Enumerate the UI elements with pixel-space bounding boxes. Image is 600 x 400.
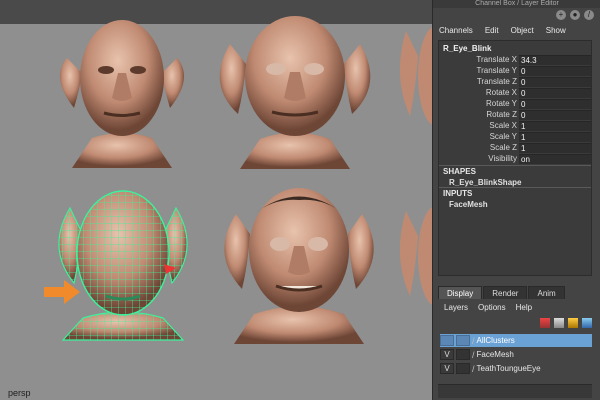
layer-color-icon[interactable]: /	[472, 350, 475, 360]
attr-value[interactable]: 0	[519, 98, 591, 109]
new-layer-icon[interactable]	[540, 318, 550, 328]
attr-value[interactable]: 0	[519, 76, 591, 87]
visibility-toggle[interactable]: V	[440, 349, 454, 360]
layer-row[interactable]: / AllClusters	[440, 334, 592, 347]
attribute-list: Translate X 34.3 Translate Y0 Translate Z…	[439, 54, 591, 164]
attr-label[interactable]: Visibility	[439, 154, 519, 163]
horizontal-scrollbar[interactable]	[438, 384, 592, 398]
display-type-toggle[interactable]	[456, 363, 470, 374]
display-type-toggle[interactable]	[456, 349, 470, 360]
tab-render[interactable]: Render	[483, 286, 528, 299]
attr-row: Scale Z1	[439, 142, 591, 153]
channel-box-menu: Channels Edit Object Show	[439, 26, 566, 35]
attr-row: Scale X1	[439, 120, 591, 131]
layer-toolbar	[540, 318, 592, 328]
panel-icons: + ● /	[556, 10, 594, 20]
tab-display[interactable]: Display	[438, 286, 483, 299]
arrow-icon	[44, 280, 80, 304]
layer-row[interactable]: V / FaceMesh	[440, 348, 592, 361]
head-model[interactable]	[396, 26, 432, 146]
layer-editor-menu: Layers Options Help	[444, 303, 532, 312]
attr-row: Rotate Y0	[439, 98, 591, 109]
divider	[439, 187, 591, 188]
visibility-toggle[interactable]: V	[440, 363, 454, 374]
attr-label[interactable]: Translate Z	[439, 77, 519, 86]
attr-label[interactable]: Scale X	[439, 121, 519, 130]
attr-row: Rotate X0	[439, 87, 591, 98]
head-model[interactable]	[210, 14, 380, 169]
menu-object[interactable]: Object	[511, 26, 534, 35]
layer-name[interactable]: AllClusters	[477, 336, 515, 345]
input-name[interactable]: FaceMesh	[449, 200, 488, 209]
head-model[interactable]	[214, 184, 384, 344]
display-type-toggle[interactable]	[456, 335, 470, 346]
divider	[439, 165, 591, 166]
menu-edit[interactable]: Edit	[485, 26, 499, 35]
menu-options[interactable]: Options	[478, 303, 506, 312]
attr-value[interactable]: on	[519, 153, 591, 164]
attr-row: Scale Y1	[439, 131, 591, 142]
viewport-3d[interactable]: persp	[0, 0, 432, 400]
tab-anim[interactable]: Anim	[528, 286, 565, 299]
move-up-icon[interactable]	[568, 318, 578, 328]
inputs-header: INPUTS	[443, 189, 473, 198]
layer-row[interactable]: V / TeathToungueEye	[440, 362, 592, 375]
attr-label[interactable]: Scale Z	[439, 143, 519, 152]
attr-row: Translate Z0	[439, 76, 591, 87]
attr-value[interactable]: 0	[519, 87, 591, 98]
attr-value[interactable]: 0	[519, 109, 591, 120]
attr-label[interactable]: Translate Y	[439, 66, 519, 75]
layer-name[interactable]: FaceMesh	[477, 350, 514, 359]
attr-label[interactable]: Rotate Z	[439, 110, 519, 119]
layer-color-icon[interactable]: /	[472, 336, 475, 346]
attr-row: Visibility on	[439, 153, 591, 164]
layer-list: / AllClusters V / FaceMesh V / TeathToun…	[440, 334, 592, 376]
channel-box: R_Eye_Blink Translate X 34.3 Translate Y0…	[438, 40, 592, 276]
move-icon[interactable]: +	[556, 10, 566, 20]
attr-value[interactable]: 1	[519, 120, 591, 131]
layer-color-icon[interactable]: /	[472, 364, 475, 374]
attr-value[interactable]: 0	[519, 65, 591, 76]
layer-name[interactable]: TeathToungueEye	[477, 364, 541, 373]
new-layer-selected-icon[interactable]	[554, 318, 564, 328]
menu-help[interactable]: Help	[516, 303, 532, 312]
attr-row: Rotate Z0	[439, 109, 591, 120]
object-name[interactable]: R_Eye_Blink	[443, 44, 491, 53]
wireframe-head-model[interactable]	[48, 188, 198, 348]
shapes-header: SHAPES	[443, 167, 476, 176]
menu-channels[interactable]: Channels	[439, 26, 473, 35]
visibility-toggle[interactable]	[440, 335, 454, 346]
shape-name[interactable]: R_Eye_BlinkShape	[449, 178, 521, 187]
attr-label[interactable]: Rotate X	[439, 88, 519, 97]
attr-label[interactable]: Translate X	[439, 55, 519, 64]
attr-value[interactable]: 34.3	[519, 54, 591, 65]
panel-title: Channel Box / Layer Editor	[433, 0, 600, 8]
pin-icon[interactable]: /	[584, 10, 594, 20]
head-model[interactable]	[52, 18, 192, 168]
move-down-icon[interactable]	[582, 318, 592, 328]
layer-editor-tabs: Display Render Anim	[438, 286, 565, 299]
attr-row: Translate Y0	[439, 65, 591, 76]
attr-value[interactable]: 1	[519, 142, 591, 153]
camera-label: persp	[8, 388, 31, 398]
menu-show[interactable]: Show	[546, 26, 566, 35]
menu-layers[interactable]: Layers	[444, 303, 468, 312]
attr-value[interactable]: 1	[519, 131, 591, 142]
attr-label[interactable]: Scale Y	[439, 132, 519, 141]
attr-label[interactable]: Rotate Y	[439, 99, 519, 108]
sphere-icon[interactable]: ●	[570, 10, 580, 20]
head-model[interactable]	[396, 206, 432, 326]
attr-row: Translate X 34.3	[439, 54, 591, 65]
